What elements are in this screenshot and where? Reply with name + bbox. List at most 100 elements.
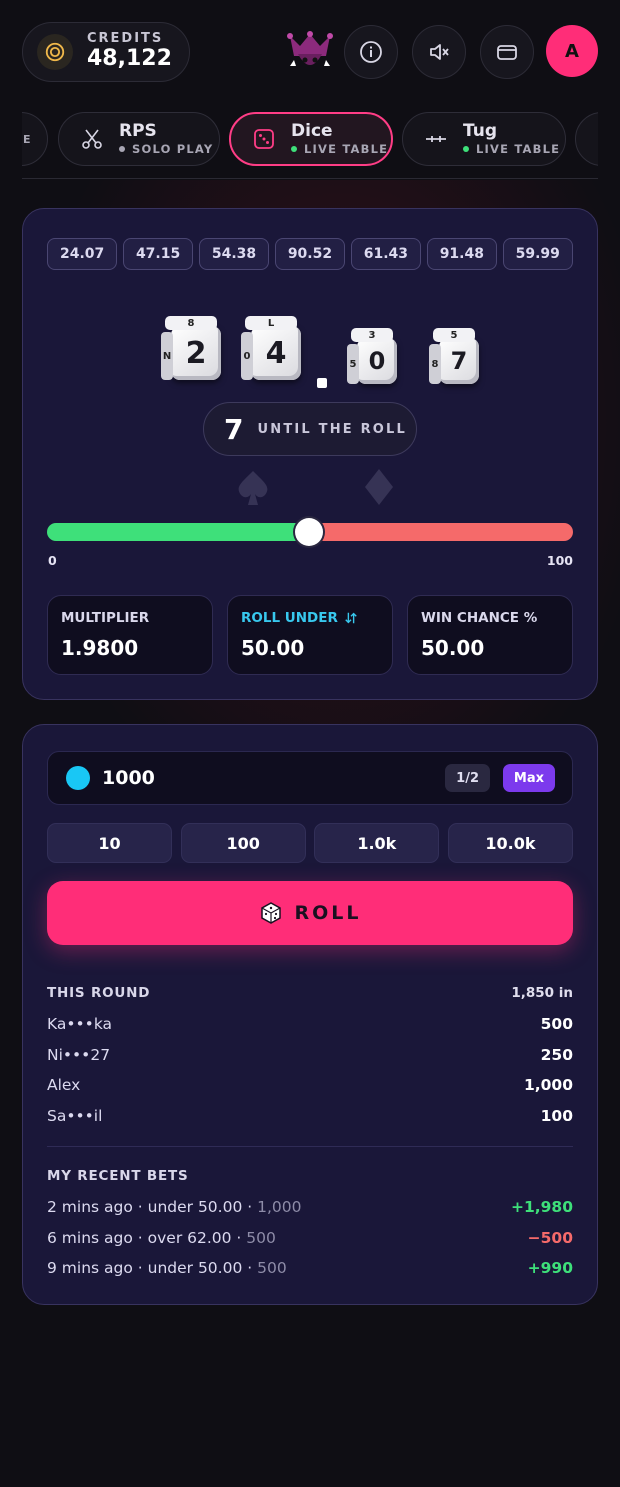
tab-tug-name: Tug <box>463 120 497 141</box>
bet-desc: 2 mins ago · under 50.00 · <box>47 1198 258 1217</box>
tab-dice-name: Dice <box>291 120 333 141</box>
roll-under-box[interactable]: ROLL UNDER 50.00 <box>227 595 393 675</box>
win-chance-box[interactable]: WIN CHANCE % 50.00 <box>407 595 573 675</box>
mute-button[interactable] <box>412 25 466 79</box>
history-chip: 59.99 <box>502 238 573 270</box>
slider-lose-zone <box>309 523 573 541</box>
tab-tug-sub: LIVE TABLE <box>476 141 561 156</box>
scissors-icon <box>79 126 105 152</box>
die-icon <box>260 902 281 924</box>
quick-amount-button[interactable]: 10 <box>47 823 172 863</box>
slider-min-label: 0 <box>48 553 57 568</box>
max-bet-button[interactable]: Max <box>502 764 555 792</box>
multiplier-label: MULTIPLIER <box>61 610 150 626</box>
jester-logo-icon[interactable] <box>286 30 334 74</box>
bet-stake: 500 <box>257 1259 287 1278</box>
coin-icon <box>66 766 90 790</box>
half-bet-button[interactable]: 1/2 <box>445 764 490 792</box>
round-player-row: Alex 1,000 <box>47 1070 573 1101</box>
bet-result: +1,980 <box>510 1198 573 1217</box>
history-chip: 24.07 <box>47 238 118 270</box>
win-chance-value[interactable]: 50.00 <box>421 636 559 660</box>
history-chip: 47.15 <box>122 238 194 270</box>
live-dot <box>463 145 469 152</box>
die-digit: 587 <box>429 328 479 384</box>
game-tabs: E RPS SOLO PLAY Dice LIVE TABLE Tug LIVE… <box>22 112 598 166</box>
bet-panel: 1/2 Max 10 100 1.0k 10.0k ROLL THIS ROUN… <box>22 724 598 1305</box>
quick-amount-button[interactable]: 10.0k <box>447 823 573 863</box>
round-player-row: Ni•••27 250 <box>47 1040 573 1071</box>
countdown-badge: 7 UNTIL THE ROLL <box>203 402 417 456</box>
roll-button[interactable]: ROLL <box>47 881 573 945</box>
roll-slider[interactable] <box>47 518 573 546</box>
recent-bets-section: MY RECENT BETS 2 mins ago · under 50.00 … <box>47 1166 573 1284</box>
multiplier-value[interactable]: 1.9800 <box>61 636 199 660</box>
status-dot <box>119 145 125 152</box>
quick-amount-button[interactable]: 1.0k <box>314 823 440 863</box>
recent-bet-row: 2 mins ago · under 50.00 · 1,000 +1,980 <box>47 1192 573 1223</box>
credits-pill[interactable]: CREDITS 48,122 <box>22 22 190 82</box>
quick-amount-button[interactable]: 100 <box>180 823 306 863</box>
tab-dice-sub: LIVE TABLE <box>304 141 389 156</box>
tab-previous-partial[interactable]: E <box>22 112 48 166</box>
bet-amount-field[interactable]: 1/2 Max <box>47 751 573 805</box>
bet-amount-input[interactable] <box>102 767 302 789</box>
player-name: Alex <box>47 1076 81 1095</box>
tabs-divider <box>22 178 598 179</box>
tab-dice[interactable]: Dice LIVE TABLE <box>229 112 393 166</box>
slider-handle[interactable] <box>295 518 323 546</box>
wallet-icon <box>497 45 517 60</box>
tab-partial-icon <box>596 126 598 152</box>
credits-label: CREDITS <box>87 31 164 46</box>
player-bet: 500 <box>540 1015 573 1034</box>
tab-rps-name: RPS <box>119 120 157 141</box>
tab-next-partial[interactable] <box>575 112 598 166</box>
round-player-row: Ka•••ka 500 <box>47 1009 573 1040</box>
die-digit: L04 <box>241 316 301 380</box>
history-chip: 91.48 <box>426 238 497 270</box>
rope-icon <box>423 126 449 152</box>
history-chip: 90.52 <box>274 238 346 270</box>
player-name: Ni•••27 <box>47 1045 111 1064</box>
history-chip: 54.38 <box>198 238 270 270</box>
live-dot <box>291 145 297 152</box>
this-round-section: THIS ROUND 1,850 in Ka•••ka 500 Ni•••27 25… <box>47 983 573 1131</box>
recent-bet-row: 6 mins ago · over 62.00 · 500 −500 <box>47 1223 573 1254</box>
dice-game-panel: 24.07 47.15 54.38 90.52 61.43 91.48 59.9… <box>22 208 598 700</box>
multiplier-box[interactable]: MULTIPLIER 1.9800 <box>47 595 213 675</box>
tab-tug[interactable]: Tug LIVE TABLE <box>402 112 566 166</box>
bet-stake: 1,000 <box>257 1198 302 1217</box>
slider-max-label: 100 <box>546 553 573 568</box>
die-digit: 8N2 <box>161 316 221 380</box>
roll-button-label: ROLL <box>294 902 362 924</box>
recent-bets-title: MY RECENT BETS <box>47 1168 189 1184</box>
win-chance-label: WIN CHANCE % <box>421 610 538 626</box>
bet-result: +990 <box>527 1259 573 1278</box>
wallet-button[interactable] <box>480 25 534 79</box>
info-button[interactable] <box>344 25 398 79</box>
player-bet: 1,000 <box>523 1076 573 1095</box>
info-icon <box>360 41 382 63</box>
countdown-label: UNTIL THE ROLL <box>257 421 408 437</box>
roll-under-value[interactable]: 50.00 <box>241 636 379 660</box>
player-name: Sa•••il <box>47 1106 103 1125</box>
tab-rps-sub: SOLO PLAY <box>132 141 214 156</box>
roll-history: 24.07 47.15 54.38 90.52 61.43 91.48 59.9… <box>47 238 573 270</box>
this-round-total: 1,850 in <box>511 985 573 1001</box>
tab-partial-letter: E <box>23 132 31 146</box>
dice-icon <box>251 126 277 152</box>
top-bar: CREDITS 48,122 A <box>22 22 598 82</box>
user-avatar[interactable]: A <box>546 25 598 77</box>
bet-desc: 6 mins ago · over 62.00 · <box>47 1228 247 1247</box>
swap-arrows-icon[interactable] <box>344 611 358 625</box>
tab-rps[interactable]: RPS SOLO PLAY <box>58 112 220 166</box>
volume-muted-icon <box>430 44 449 60</box>
round-player-row: Sa•••il 100 <box>47 1101 573 1132</box>
credits-coin-icon <box>37 34 73 70</box>
player-bet: 100 <box>540 1106 573 1125</box>
quick-amounts: 10 100 1.0k 10.0k <box>47 823 573 863</box>
section-divider <box>47 1146 573 1147</box>
stats-row: MULTIPLIER 1.9800 ROLL UNDER 50.00 WIN C… <box>47 595 573 675</box>
die-digit: 350 <box>347 328 397 384</box>
slider-win-zone <box>47 523 309 541</box>
